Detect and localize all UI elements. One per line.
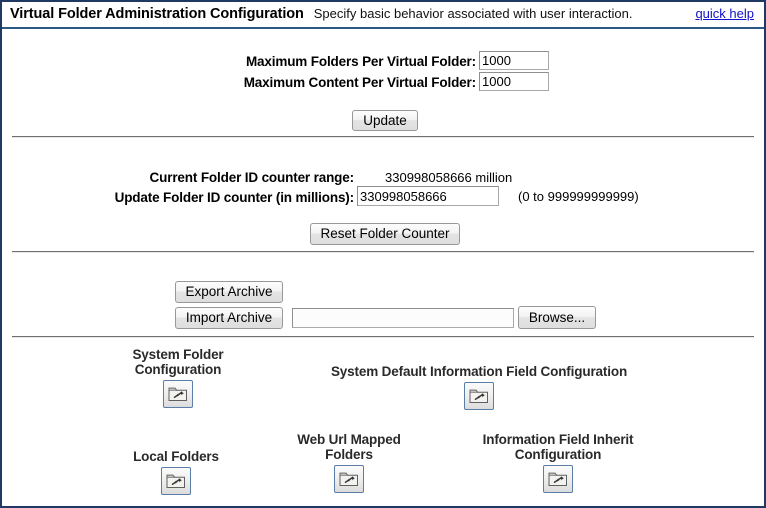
- folder-wand-icon[interactable]: [543, 465, 573, 493]
- page-header: Virtual Folder Administration Configurat…: [2, 2, 764, 29]
- quick-help-link[interactable]: quick help: [695, 6, 756, 21]
- update-counter-label: Update Folder ID counter (in millions):: [114, 190, 355, 205]
- page-title: Virtual Folder Administration Configurat…: [10, 6, 304, 22]
- tile-label: Local Folders: [133, 449, 219, 464]
- current-counter-range-label: Current Folder ID counter range:: [149, 170, 355, 185]
- virtual-folder-admin-window: Virtual Folder Administration Configurat…: [0, 0, 766, 508]
- folder-wand-icon[interactable]: [334, 465, 364, 493]
- export-archive-button[interactable]: Export Archive: [175, 281, 283, 303]
- folder-wand-icon[interactable]: [163, 380, 193, 408]
- tile-label: System Default Information Field Configu…: [330, 364, 628, 379]
- tile-label: Information Field Inherit Configuration: [482, 432, 634, 462]
- page-description: Specify basic behavior associated with u…: [313, 6, 633, 21]
- browse-button[interactable]: Browse...: [518, 306, 596, 329]
- divider-2: [12, 251, 754, 253]
- link-local-folders[interactable]: Local Folders: [106, 449, 246, 498]
- counter-range-hint: (0 to 999999999999): [518, 189, 639, 204]
- reset-folder-counter-button[interactable]: Reset Folder Counter: [310, 223, 460, 245]
- link-system-default-information-field-configuration[interactable]: System Default Information Field Configu…: [314, 364, 644, 413]
- import-file-path-input[interactable]: [292, 308, 514, 328]
- tile-label: Web Url Mapped Folders: [297, 432, 401, 462]
- max-folders-label: Maximum Folders Per Virtual Folder:: [245, 54, 476, 69]
- link-system-folder-configuration[interactable]: System Folder Configuration: [108, 347, 248, 411]
- tile-label: System Folder Configuration: [132, 347, 224, 377]
- max-folders-input[interactable]: [479, 51, 549, 70]
- current-counter-range-value: 330998058666 million: [385, 170, 513, 185]
- link-web-url-mapped-folders[interactable]: Web Url Mapped Folders: [279, 432, 419, 496]
- update-counter-input[interactable]: [357, 186, 499, 206]
- update-button[interactable]: Update: [352, 110, 418, 131]
- link-information-field-inherit-configuration[interactable]: Information Field Inherit Configuration: [458, 432, 658, 496]
- max-content-label: Maximum Content Per Virtual Folder:: [243, 75, 476, 90]
- divider-1: [12, 136, 754, 138]
- max-content-input[interactable]: [479, 72, 549, 91]
- folder-wand-icon[interactable]: [464, 382, 494, 410]
- folder-wand-icon[interactable]: [161, 467, 191, 495]
- divider-3: [12, 336, 754, 338]
- import-archive-button[interactable]: Import Archive: [175, 307, 283, 329]
